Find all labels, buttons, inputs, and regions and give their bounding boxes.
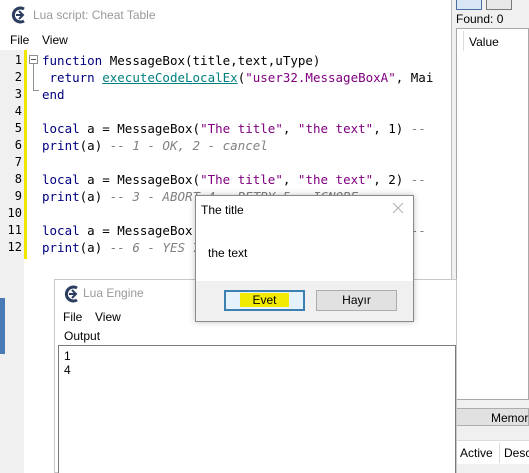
code-token: print [42, 138, 80, 153]
code-token: local [42, 223, 80, 238]
message-box-text: the text [208, 246, 248, 260]
code-token: executeCodeLocalEx [102, 70, 238, 85]
code-line: end [42, 86, 65, 103]
output-line: 1 [64, 349, 71, 363]
code-token: MessageBox(title,text,uType) [102, 53, 321, 68]
lua-engine-title: Lua Engine [83, 286, 144, 300]
code-token: "The title" [200, 121, 283, 136]
line-number: 8 [14, 172, 22, 186]
code-line: local a = MessageBox("The title", "the t… [42, 120, 426, 137]
line-number: 5 [14, 121, 22, 135]
code-token: "the text" [297, 121, 374, 136]
line-number: 11 [7, 223, 22, 237]
code-token: "The title" [200, 172, 283, 187]
menu-view[interactable]: View [42, 33, 68, 47]
cheat-engine-logo-icon [10, 6, 28, 24]
code-token: "user32.MessageBoxA" [245, 70, 396, 85]
open-file-button[interactable] [486, 0, 512, 10]
lua-script-menubar: File View [0, 31, 451, 50]
code-token: "the text" [297, 172, 374, 187]
code-line: function MessageBox(title,text,uType) [42, 52, 320, 69]
fold-guide-line [33, 64, 34, 90]
line-number: 7 [14, 155, 22, 169]
line-number: 4 [14, 104, 22, 118]
code-token: a = MessageBox( [79, 121, 201, 136]
line-number: 9 [14, 189, 22, 203]
yes-button[interactable]: Evet [224, 290, 305, 311]
memory-view-button[interactable]: Memor [456, 408, 529, 426]
code-token: end [42, 87, 65, 102]
code-token: , [282, 121, 298, 136]
code-token: (a) [79, 138, 110, 153]
message-box-title: The title [201, 203, 244, 217]
lua-script-titlebar[interactable]: Lua script: Cheat Table [0, 0, 451, 31]
code-token: -- [410, 121, 426, 136]
code-token: a = MessageBox( [79, 223, 201, 238]
code-token: , 1) [373, 121, 411, 136]
line-number: 2 [14, 70, 22, 84]
code-token: (a) [79, 240, 110, 255]
code-token: (a) [79, 189, 110, 204]
code-token: local [42, 121, 80, 136]
found-count-label: Found: 0 [456, 12, 504, 26]
code-line: local a = MessageBox("The title", "the t… [42, 171, 426, 188]
fold-collapse-icon[interactable] [29, 55, 38, 64]
column-divider [463, 31, 464, 51]
value-column-header[interactable]: Value [469, 35, 499, 49]
output-textarea[interactable]: 1 4 [58, 345, 456, 473]
message-box-dialog: The title the text Evet Hayır [195, 195, 414, 322]
background-selection-edge [0, 298, 5, 354]
code-token: a = MessageBox( [79, 172, 201, 187]
code-line: print(a) -- 1 - OK, 2 - cancel [42, 137, 268, 154]
column-divider [499, 443, 500, 463]
code-line: return executeCodeLocalEx("user32.Messag… [42, 69, 434, 86]
output-label: Output [64, 329, 101, 343]
line-number: 10 [7, 206, 22, 220]
output-line: 4 [64, 363, 71, 377]
code-token: -- [410, 172, 426, 187]
message-box-titlebar[interactable]: The title [196, 196, 413, 222]
line-number: 6 [14, 138, 22, 152]
code-token: -- 1 - OK, 2 - cancel [109, 138, 268, 153]
yes-button-label: Evet [240, 293, 289, 307]
code-token: return [49, 70, 95, 85]
cheat-engine-main-window: Found: 0 Value Memor Active Descri [452, 0, 529, 473]
line-number: 3 [14, 87, 22, 101]
found-results-list[interactable]: Value [456, 28, 529, 400]
code-token: , [282, 172, 298, 187]
engine-menu-file[interactable]: File [63, 310, 82, 324]
cheat-engine-logo-icon [63, 285, 81, 303]
code-token: , Mai [395, 70, 434, 85]
code-token: function [42, 53, 103, 68]
code-token: print [42, 189, 80, 204]
code-token: print [42, 240, 80, 255]
background-window-edge [0, 252, 5, 473]
modified-lines-marker [24, 50, 27, 259]
close-icon[interactable] [392, 201, 404, 214]
line-number: 1 [14, 53, 22, 67]
code-token: , 2) [373, 172, 411, 187]
active-column-header[interactable]: Active [460, 446, 493, 460]
open-process-button[interactable] [456, 0, 482, 10]
lua-script-window-title: Lua script: Cheat Table [33, 8, 156, 22]
code-token: local [42, 172, 80, 187]
engine-menu-view[interactable]: View [95, 310, 121, 324]
address-list-header: Active Descri [456, 440, 529, 464]
description-column-header[interactable]: Descri [504, 446, 529, 460]
message-box-footer: Evet Hayır [196, 281, 413, 321]
message-box-body: the text [196, 222, 413, 281]
no-button[interactable]: Hayır [316, 290, 397, 311]
memory-view-button-label: Memor [491, 411, 529, 425]
toolbar-strip [452, 0, 529, 12]
menu-file[interactable]: File [10, 33, 29, 47]
fold-guide-end [33, 90, 39, 91]
